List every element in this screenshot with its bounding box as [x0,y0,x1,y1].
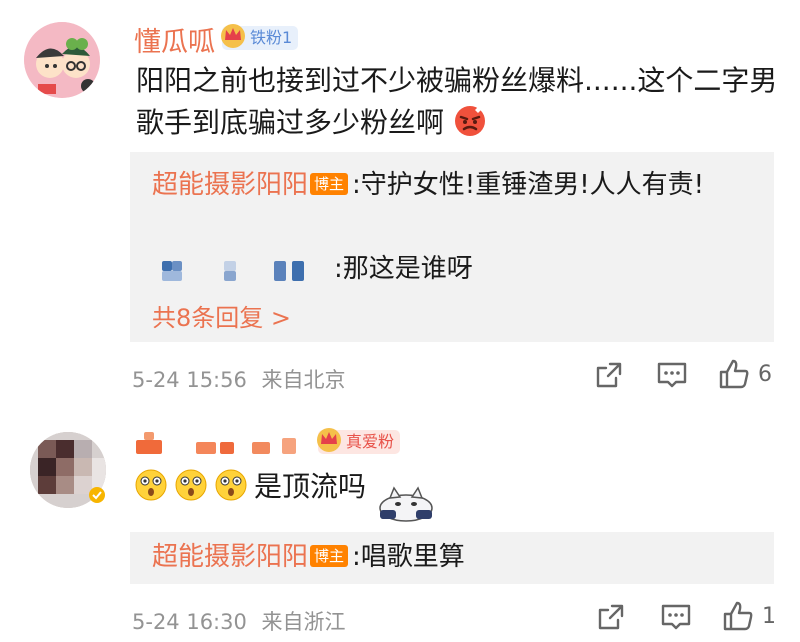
like-count: 1 [762,603,776,629]
host-badge: 博主 [310,545,349,567]
host-badge: 博主 [310,173,349,195]
comment-text-content: 是顶流吗 [254,470,367,503]
comment-meta: 5-24 15:56 来自北京 [132,364,346,394]
username[interactable]: 懂瓜呱 [134,20,215,59]
comment-1: 懂瓜呱 铁粉1 阳阳之前也接到过不少被骗粉丝爆料......这个二字男歌手到底骗… [0,0,800,400]
badge-label: 真爱粉 [346,432,395,451]
comment-text: 阳阳之前也接到过不少被骗粉丝爆料......这个二字男歌手到底骗过多少粉丝啊 [136,60,781,144]
timestamp: 5-24 16:30 [132,610,247,634]
reply-username-blurred[interactable] [152,255,334,281]
comment-2: 真爱粉 是顶流吗 超能摄影阳阳博主:唱歌里算 5-24 16:30 来自浙江 [0,400,800,642]
comment-icon [657,362,687,388]
reply-1[interactable]: 超能摄影阳阳 博主:守护女性!重锤渣男!人人有责! [152,166,752,204]
vip-icon [89,487,105,503]
location: 来自浙江 [261,610,346,634]
reply-1[interactable]: 超能摄影阳阳 博主:唱歌里算 [152,538,752,576]
reply-text: :那这是谁呀 [334,254,473,284]
cat-sticker [379,486,433,522]
crown-icon [317,428,341,452]
angry-emoji [454,106,485,136]
share-icon [596,362,622,388]
timestamp: 5-24 15:56 [132,368,247,392]
fan-badge[interactable]: 铁粉1 [221,24,299,50]
comment-button[interactable] [660,602,692,632]
avatar-image [24,22,100,98]
comment-meta: 5-24 16:30 来自浙江 [132,606,346,636]
surprised-emoji [135,469,167,501]
comment-icon [661,604,691,630]
share-button[interactable] [594,360,624,390]
like-icon [723,601,753,631]
comment-text: 是顶流吗 [134,466,779,508]
fan-badge[interactable]: 真爱粉 [317,428,401,454]
reply-2[interactable]: :那这是谁呀 [152,250,752,288]
reply-box: 超能摄影阳阳 博主:守护女性!重锤渣男!人人有责! :那这是谁呀 共8条回复 > [130,152,774,342]
reply-text: :守护女性!重锤渣男!人人有责! [352,170,705,200]
username-blurred[interactable] [136,430,306,456]
reply-username[interactable]: 超能摄影阳阳 [152,542,308,572]
avatar[interactable] [24,22,100,98]
more-replies-link[interactable]: 共8条回复 > [152,298,291,333]
share-button[interactable] [596,602,626,632]
share-icon [598,604,624,630]
like-button[interactable]: 6 [718,358,772,390]
comment-button[interactable] [656,360,688,390]
surprised-emoji [175,469,207,501]
like-count: 6 [758,361,772,387]
reply-text: :唱歌里算 [352,542,465,572]
crown-icon [221,24,245,48]
like-button[interactable]: 1 [722,600,776,632]
badge-label: 铁粉1 [250,28,293,47]
reply-box: 超能摄影阳阳 博主:唱歌里算 [130,532,774,584]
reply-username[interactable]: 超能摄影阳阳 [152,170,308,200]
location: 来自北京 [261,368,346,392]
like-icon [719,359,749,389]
surprised-emoji [215,469,247,501]
